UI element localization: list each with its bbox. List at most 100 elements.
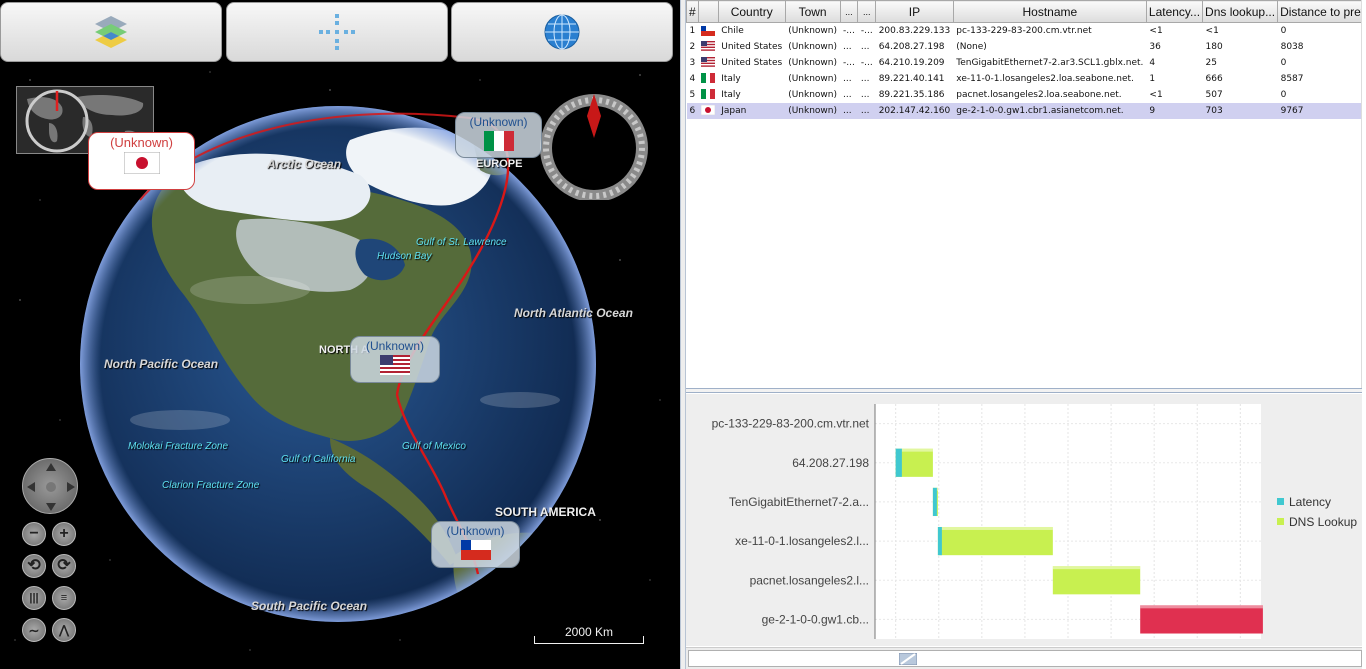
horizontal-splitter[interactable] bbox=[686, 388, 1362, 393]
cell-host: xe-11-0-1.losangeles2.loa.seabone.net. bbox=[956, 73, 1134, 84]
col-header-latency[interactable]: Latency... bbox=[1145, 0, 1204, 23]
marker-united-states[interactable]: (Unknown) bbox=[350, 336, 440, 383]
wave-icon: ∼ bbox=[28, 622, 40, 638]
results-panel: # Country Town ... ... IP Hostname Laten… bbox=[686, 0, 1366, 669]
bar-highlight bbox=[1140, 605, 1263, 609]
cell-latency: 1 bbox=[1149, 73, 1156, 84]
label-gulf-st-lawrence: Gulf of St. Lawrence bbox=[416, 237, 507, 248]
terrain-icon: ⋀ bbox=[59, 623, 69, 637]
italy-flag-icon bbox=[483, 131, 514, 151]
level-bars-icon: ≡ bbox=[60, 591, 68, 604]
legend-swatch bbox=[1277, 518, 1284, 525]
cell-host: pc-133-229-83-200.cm.vtr.net bbox=[956, 25, 1092, 36]
tilt-button[interactable]: ||| bbox=[22, 586, 46, 610]
compass[interactable] bbox=[540, 92, 648, 202]
zoom-out-button[interactable]: − bbox=[22, 522, 46, 546]
cell-flag bbox=[698, 39, 718, 55]
layers-button[interactable] bbox=[0, 2, 222, 62]
marker-italy[interactable]: (Unknown) bbox=[455, 112, 542, 158]
flatten-button[interactable]: ∼ bbox=[22, 618, 46, 642]
cell-country: Italy bbox=[721, 73, 741, 84]
cell-dist: 0 bbox=[1280, 25, 1287, 36]
col-header-flag[interactable] bbox=[697, 0, 719, 23]
pan-arrows-icon bbox=[27, 463, 75, 511]
marker-japan[interactable]: (Unknown) bbox=[88, 132, 195, 190]
latency-bar[interactable] bbox=[895, 448, 902, 477]
bar-highlight bbox=[1052, 566, 1141, 570]
marker-label: (Unknown) bbox=[365, 339, 425, 353]
table-row[interactable]: 5 Italy (Unknown)...... 89.221.35.186 pacnet… bbox=[687, 87, 1362, 103]
cell-c5: -... bbox=[860, 57, 873, 68]
label-molokai: Molokai Fracture Zone bbox=[128, 441, 229, 452]
latency-bar[interactable] bbox=[932, 487, 937, 517]
dns-bar[interactable] bbox=[1140, 605, 1263, 634]
rotate-right-button[interactable]: ⟳ bbox=[52, 554, 76, 578]
us-flag-icon bbox=[701, 57, 716, 68]
cell-latency: 36 bbox=[1149, 41, 1161, 52]
table-row[interactable]: 4 Italy (Unknown)...... 89.221.40.141 xe-11-… bbox=[687, 71, 1362, 87]
tilt-bars-icon: ||| bbox=[29, 591, 39, 604]
table-row[interactable]: 2 United States (Unknown)...... 64.208.27.1… bbox=[687, 39, 1362, 55]
layers-icon bbox=[95, 16, 127, 48]
globe-view-button[interactable] bbox=[451, 2, 673, 62]
cell-ip: 200.83.229.133 bbox=[878, 25, 951, 36]
terrain-button[interactable]: ⋀ bbox=[52, 618, 76, 642]
dns-bar[interactable] bbox=[937, 526, 1053, 556]
latency-bar[interactable] bbox=[937, 526, 942, 556]
minus-icon: − bbox=[29, 525, 39, 542]
col-header-town[interactable]: Town bbox=[784, 0, 841, 23]
crosshair-button[interactable] bbox=[226, 2, 448, 62]
col-header-dns[interactable]: Dns lookup... bbox=[1202, 0, 1279, 23]
cell-latency: 9 bbox=[1146, 102, 1203, 119]
cell-c5: ... bbox=[860, 73, 870, 84]
category-label: 64.208.27.198 bbox=[792, 456, 869, 470]
rotate-left-button[interactable]: ⟲ bbox=[22, 554, 46, 578]
label-europe: EUROPE bbox=[476, 158, 523, 170]
level-button[interactable]: ≡ bbox=[52, 586, 76, 610]
marker-chile[interactable]: (Unknown) bbox=[431, 521, 520, 568]
col-header-distance[interactable]: Distance to previo... bbox=[1277, 0, 1361, 23]
pan-control[interactable] bbox=[22, 458, 78, 514]
col-header-ip[interactable]: IP bbox=[875, 0, 954, 23]
cell-num: 5 bbox=[689, 89, 696, 100]
col-header-col5[interactable]: ... bbox=[857, 0, 877, 23]
table-row[interactable]: 6 Japan (Unknown)...... 202.147.42.160 ge-2-… bbox=[686, 102, 1361, 119]
col-header-col4[interactable]: ... bbox=[839, 0, 859, 23]
cell-num: 3 bbox=[689, 57, 696, 68]
cell-c4: ... bbox=[843, 89, 852, 100]
italy-flag-icon bbox=[701, 89, 716, 100]
label-south-pacific: South Pacific Ocean bbox=[251, 599, 368, 613]
cell-town: (Unknown) bbox=[788, 89, 837, 100]
cell-c5: ... bbox=[860, 89, 870, 100]
dns-bar[interactable] bbox=[1052, 566, 1141, 595]
cell-town: (Unknown) bbox=[788, 57, 837, 68]
cell-num: 6 bbox=[686, 102, 699, 119]
hops-table: # Country Town ... ... IP Hostname Laten… bbox=[686, 0, 1362, 119]
cell-dist: 8587 bbox=[1280, 73, 1304, 84]
cell-host: TenGigabitEthernet7-2.ar3.SCL1.gblx.net. bbox=[956, 57, 1144, 68]
col-header-hostname[interactable]: Hostname bbox=[952, 0, 1147, 23]
table-row[interactable]: 3 United States (Unknown) -... -... 64.210.19… bbox=[687, 55, 1362, 71]
cell-country: Italy bbox=[721, 89, 741, 100]
cell-town: (Unknown) bbox=[788, 25, 837, 36]
progress-icon bbox=[899, 653, 917, 665]
scale-bar-line bbox=[534, 636, 644, 644]
cell-dns: 666 bbox=[1205, 73, 1223, 84]
col-header-num[interactable]: # bbox=[686, 0, 699, 23]
cell-ip: 89.221.40.141 bbox=[878, 73, 945, 84]
marker-label: (Unknown) bbox=[469, 115, 528, 129]
compass-icon bbox=[540, 94, 648, 202]
zoom-in-button[interactable]: + bbox=[52, 522, 76, 546]
cell-dist: 9767 bbox=[1277, 102, 1361, 119]
cell-flag bbox=[698, 102, 719, 119]
cell-dist: 0 bbox=[1280, 89, 1287, 100]
globe-view[interactable]: Arctic Ocean EUROPE Gulf of St. Lawrence… bbox=[0, 0, 680, 669]
cell-host: pacnet.losangeles2.loa.seabone.net. bbox=[956, 89, 1122, 100]
table-row[interactable]: 1 Chile (Unknown) -... -... 200.83.229.133 pc-… bbox=[687, 23, 1362, 39]
cell-dist: 8038 bbox=[1280, 41, 1304, 52]
cell-town: (Unknown) bbox=[788, 73, 837, 84]
cell-ip: 64.208.27.198 bbox=[878, 41, 945, 52]
col-header-country[interactable]: Country bbox=[717, 0, 786, 23]
category-label: xe-11-0-1.losangeles2.l... bbox=[735, 534, 869, 548]
hops-table-container[interactable]: # Country Town ... ... IP Hostname Laten… bbox=[686, 0, 1362, 388]
